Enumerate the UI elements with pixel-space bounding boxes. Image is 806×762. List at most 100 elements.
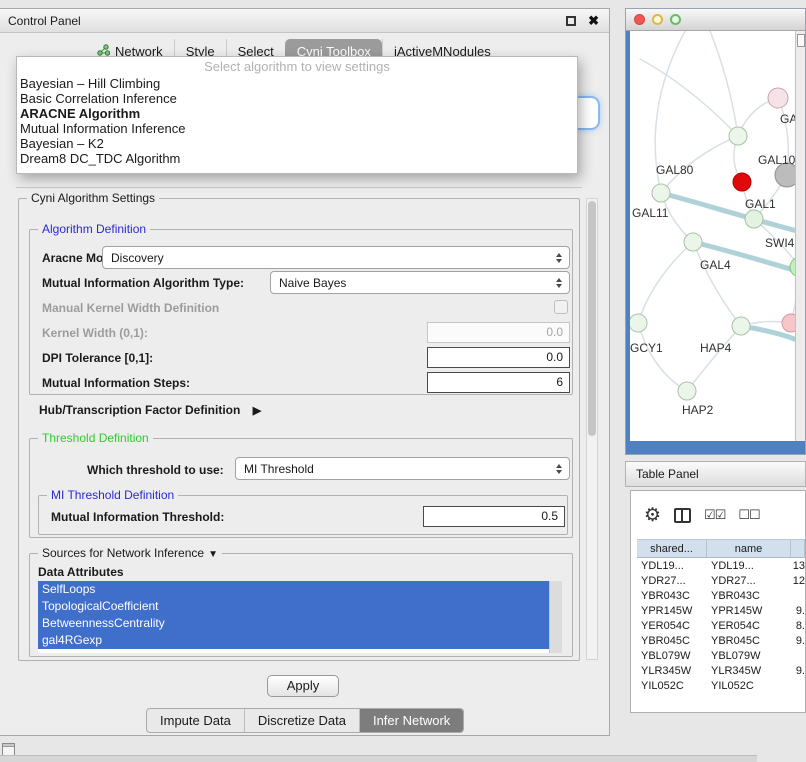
list-scrollbar[interactable] [549, 581, 562, 653]
list-item-selfloops[interactable]: SelfLoops [38, 581, 549, 598]
selected-value: Discovery [103, 251, 551, 265]
columns-icon[interactable] [674, 508, 691, 523]
node-label: GCY1 [630, 341, 663, 355]
which-threshold-select[interactable]: MI Threshold [235, 457, 570, 480]
network-edge[interactable] [661, 193, 797, 231]
table-row[interactable]: YLR345WYLR345W9. [637, 663, 805, 678]
table-row[interactable]: YDR27...YDR27...12 [637, 573, 805, 588]
table-row[interactable]: YDL19...YDL19...13 [637, 558, 805, 573]
tab-impute-data[interactable]: Impute Data [147, 709, 244, 732]
algorithm-option-0[interactable]: Bayesian – Hill Climbing [17, 76, 577, 91]
gal4-node[interactable] [684, 233, 702, 251]
apply-button[interactable]: Apply [267, 675, 339, 697]
sources-group: Sources for Network Inference▼ Data Attr… [29, 553, 573, 657]
table-cell: YER054C [637, 620, 707, 632]
node-label: SWI4 [765, 236, 795, 250]
table-panel-titlebar: Table Panel [625, 461, 806, 487]
sources-section-toggle[interactable]: Sources for Network Inference▼ [38, 546, 222, 560]
threshold-definition-group: Threshold Definition Which threshold to … [29, 438, 573, 538]
tab-discretize-data[interactable]: Discretize Data [244, 709, 359, 732]
table-cell: YDL19... [707, 560, 791, 572]
settings-scrollbar[interactable] [586, 198, 598, 660]
attribute-table: shared... name YDL19...YDL19...13YDR27..… [637, 539, 805, 693]
aracne-mode-select[interactable]: Discovery [102, 246, 570, 269]
control-panel-window: Control Panel ✖ Network Style Select [0, 8, 610, 736]
gal-top-node[interactable] [768, 88, 788, 108]
table-row[interactable]: YBR045CYBR045C9. [637, 633, 805, 648]
which-threshold-label: Which threshold to use: [87, 463, 224, 477]
table-cell: YPR145W [637, 605, 707, 617]
network-edge[interactable] [638, 242, 693, 323]
control-panel-titlebar: Control Panel ✖ [0, 9, 609, 33]
dpi-tolerance-field[interactable]: 0.0 [427, 347, 570, 368]
hub-section-label: Hub/Transcription Factor Definition [39, 403, 240, 417]
mi-type-label: Mutual Information Algorithm Type: [42, 276, 244, 290]
gal11-node[interactable] [652, 184, 670, 202]
table-row[interactable]: YBL079WYBL079W [637, 648, 805, 663]
column-header-shared-name[interactable]: shared... [637, 540, 707, 557]
gear-icon[interactable]: ⚙ [644, 506, 661, 525]
gal80-node[interactable] [729, 127, 747, 145]
table-cell: 8. [791, 620, 805, 632]
table-row[interactable]: YER054CYER054C8. [637, 618, 805, 633]
table-cell: YLR345W [707, 665, 791, 677]
gal10-node[interactable] [733, 173, 751, 191]
close-traffic-light-icon[interactable] [634, 14, 645, 25]
table-cell: 9. [791, 635, 805, 647]
gcy1-node[interactable] [630, 314, 647, 332]
minimize-traffic-light-icon[interactable] [652, 14, 663, 25]
scrollbar-thumb[interactable] [797, 34, 805, 47]
kernel-width-label: Kernel Width (0,1): [42, 326, 148, 340]
bottom-tab-bar: Impute Data Discretize Data Infer Networ… [146, 708, 464, 733]
mi-steps-field[interactable]: 6 [427, 372, 570, 393]
table-row[interactable]: YIL052CYIL052C [637, 678, 805, 693]
combo-stepper-icon [551, 253, 566, 263]
table-cell: YPR145W [707, 605, 791, 617]
hap4-node[interactable] [732, 317, 750, 335]
network-edge[interactable] [710, 31, 738, 136]
table-row[interactable]: YBR043CYBR043C [637, 588, 805, 603]
algorithm-option-5[interactable]: Dream8 DC_TDC Algorithm [17, 151, 577, 166]
table-cell: YBR045C [707, 635, 791, 647]
algorithm-option-3[interactable]: Mutual Information Inference [17, 121, 577, 136]
hap2-node[interactable] [678, 382, 696, 400]
manual-kernel-width-checkbox[interactable] [554, 300, 568, 314]
kernel-width-field[interactable]: 0.0 [427, 322, 570, 343]
list-item-gal4rgexp[interactable]: gal4RGexp [38, 632, 549, 649]
algorithm-option-2[interactable]: ARACNE Algorithm [17, 106, 577, 121]
table-row[interactable]: YPR145WYPR145W9. [637, 603, 805, 618]
table-toolbar: ⚙ ☑☑ ☐☐ [631, 491, 805, 539]
column-header-name[interactable]: name [707, 540, 791, 557]
hub-transcription-section-toggle[interactable]: Hub/Transcription Factor Definition ▶ [39, 403, 261, 417]
list-item-topologicalcoefficient[interactable]: TopologicalCoefficient [38, 598, 549, 615]
zoom-traffic-light-icon[interactable] [670, 14, 681, 25]
network-edge[interactable] [687, 326, 741, 391]
mi-type-select[interactable]: Naive Bayes [270, 271, 570, 294]
mi-threshold-field[interactable]: 0.5 [423, 506, 565, 527]
group-title: MI Threshold Definition [47, 488, 178, 502]
network-frame: GALGAL80GAL10GAL11GAL1SWI4GAL4GCY1HAP4YH… [626, 31, 805, 454]
select-all-checkboxes-icon[interactable]: ☑☑ [704, 507, 725, 523]
selected-value: MI Threshold [236, 462, 551, 476]
network-edge[interactable] [638, 323, 687, 391]
network-graph: GALGAL80GAL10GAL11GAL1SWI4GAL4GCY1HAP4YH… [630, 31, 797, 441]
algorithm-option-4[interactable]: Bayesian – K2 [17, 136, 577, 151]
list-item-betweennesscentrality[interactable]: BetweennessCentrality [38, 615, 549, 632]
float-window-icon[interactable] [566, 16, 576, 26]
network-right-scrollbar[interactable] [795, 31, 805, 441]
algorithm-definition-group: Algorithm Definition Aracne Mode: Discov… [29, 229, 573, 395]
status-bar [0, 755, 757, 762]
dpi-tolerance-label: DPI Tolerance [0,1]: [42, 351, 153, 365]
deselect-all-checkboxes-icon[interactable]: ☐☐ [738, 507, 759, 523]
algorithm-dropdown-popup: Select algorithm to view settings Bayesi… [16, 56, 578, 174]
network-canvas[interactable]: GALGAL80GAL10GAL11GAL1SWI4GAL4GCY1HAP4YH… [630, 31, 797, 441]
tab-infer-network[interactable]: Infer Network [359, 709, 463, 732]
algorithm-option-1[interactable]: Basic Correlation Inference [17, 91, 577, 106]
chevron-down-icon: ▼ [208, 549, 218, 560]
chevron-right-icon: ▶ [253, 405, 261, 417]
close-icon[interactable]: ✖ [588, 13, 599, 29]
scrollbar-thumb[interactable] [588, 201, 596, 436]
column-header-partial[interactable] [791, 540, 805, 557]
gal1-node[interactable] [745, 210, 763, 228]
hidden-separator [16, 187, 582, 188]
